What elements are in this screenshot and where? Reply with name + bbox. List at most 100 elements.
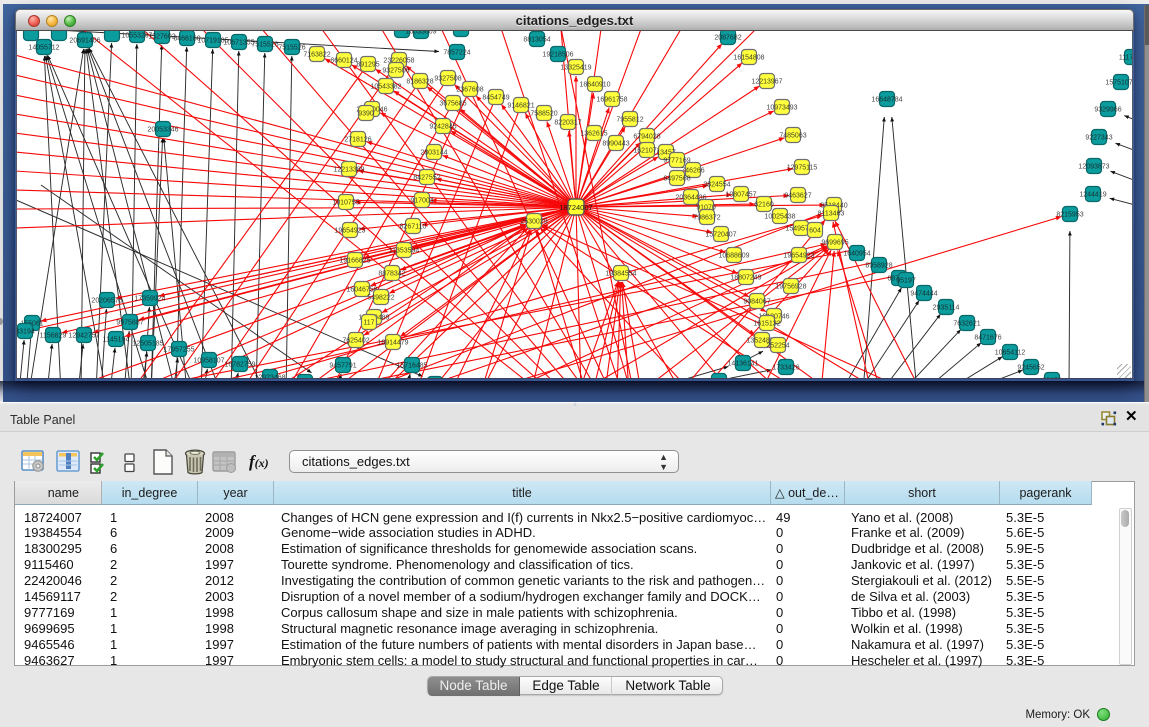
svg-text:12505185: 12505185 [132, 341, 163, 348]
svg-text:95197: 95197 [896, 278, 916, 285]
svg-text:2935114: 2935114 [933, 305, 960, 312]
svg-text:12975115: 12975115 [787, 165, 818, 172]
svg-text:62160: 62160 [754, 202, 774, 209]
svg-text:12213967: 12213967 [751, 79, 782, 86]
svg-text:14136141: 14136141 [727, 361, 758, 368]
svg-text:2718126: 2718126 [344, 137, 371, 144]
svg-text:7515526: 7515526 [251, 42, 278, 49]
svg-text:1244419: 1244419 [1079, 192, 1106, 199]
svg-text:18807249: 18807249 [730, 275, 761, 282]
svg-text:20691406: 20691406 [69, 38, 100, 45]
svg-text:19384554: 19384554 [605, 271, 636, 278]
svg-text:917004: 917004 [410, 198, 433, 205]
svg-text:19654923: 19654923 [334, 228, 365, 235]
svg-text:1156829: 1156829 [40, 333, 67, 340]
svg-text:9327508: 9327508 [434, 76, 461, 83]
svg-text:1733426: 1733426 [772, 365, 799, 372]
svg-text:15751074: 15751074 [1105, 80, 1133, 87]
svg-text:9463627: 9463627 [784, 193, 811, 200]
svg-text:8220317: 8220317 [554, 120, 581, 127]
svg-text:9390: 9390 [358, 111, 374, 118]
svg-text:10688609: 10688609 [718, 253, 749, 260]
svg-text:8215953: 8215953 [1056, 212, 1083, 219]
svg-text:1145194: 1145194 [103, 337, 130, 344]
svg-text:19756928: 19756928 [775, 284, 806, 291]
svg-text:10025438: 10025438 [764, 214, 795, 221]
svg-text:7588520: 7588520 [530, 111, 557, 118]
svg-text:8878342: 8878342 [378, 271, 405, 278]
svg-text:5498222: 5498222 [367, 295, 394, 302]
svg-text:12923468: 12923468 [254, 375, 285, 380]
svg-text:9146821: 9146821 [507, 103, 534, 110]
svg-text:18640910: 18640910 [579, 82, 610, 89]
svg-text:10654112: 10654112 [995, 350, 1026, 357]
svg-text:10807457: 10807457 [725, 192, 756, 199]
svg-text:891295: 891295 [356, 62, 379, 69]
svg-text:8990443: 8990443 [602, 141, 629, 148]
svg-text:8454749: 8454749 [482, 95, 509, 102]
svg-text:2530029: 2530029 [520, 219, 547, 226]
svg-text:12942757: 12942757 [68, 333, 99, 340]
svg-text:9327506: 9327506 [382, 68, 409, 75]
svg-text:7625402: 7625402 [342, 338, 369, 345]
svg-text:1615132: 1615132 [753, 321, 780, 328]
svg-text:7632621: 7632621 [953, 321, 980, 328]
svg-text:8471676: 8471676 [974, 335, 1001, 342]
svg-text:9084067: 9084067 [743, 299, 770, 306]
svg-text:9227343: 9227343 [1085, 135, 1112, 142]
svg-text:10671355: 10671355 [223, 40, 254, 47]
svg-text:2367608: 2367608 [456, 87, 483, 94]
svg-text:9699695: 9699695 [821, 240, 848, 247]
svg-text:92450: 92450 [1042, 378, 1062, 380]
svg-text:8186328: 8186328 [406, 79, 433, 86]
svg-text:10958107: 10958107 [193, 358, 224, 365]
svg-text:19218506: 19218506 [542, 52, 573, 59]
svg-text:3824554: 3824554 [703, 182, 730, 189]
svg-text:14055712: 14055712 [28, 45, 59, 52]
svg-text:8660124: 8660124 [330, 58, 357, 65]
svg-text:16914479: 16914479 [377, 340, 408, 347]
svg-text:8267110: 8267110 [400, 224, 427, 231]
svg-text:15720407: 15720407 [705, 232, 736, 239]
svg-text:16154808: 16154808 [733, 55, 764, 62]
svg-text:16648784: 16648784 [871, 97, 902, 104]
svg-text:1527602: 1527602 [148, 34, 175, 41]
svg-text:17359924: 17359924 [134, 296, 165, 303]
svg-text:12213389: 12213389 [333, 167, 364, 174]
svg-text:1640954: 1640954 [843, 251, 870, 258]
svg-text:20053346: 20053346 [147, 127, 178, 134]
svg-text:9242845: 9242845 [429, 124, 456, 131]
svg-text:13325419: 13325419 [560, 65, 591, 72]
svg-text:7955812: 7955812 [616, 117, 643, 124]
svg-text:3675685: 3675685 [439, 101, 466, 108]
svg-text:16033809: 16033809 [405, 31, 436, 36]
svg-text:117: 117 [363, 320, 374, 327]
svg-text:12093873: 12093873 [1078, 164, 1109, 171]
svg-text:17957255: 17957255 [163, 347, 194, 354]
svg-text:7163822: 7163822 [303, 52, 330, 59]
svg-text:20206576: 20206576 [91, 298, 122, 305]
svg-text:10543382: 10543382 [370, 84, 401, 91]
svg-text:1010755: 1010755 [332, 200, 359, 207]
svg-text:9975887: 9975887 [116, 320, 143, 327]
svg-text:18724007: 18724007 [559, 203, 592, 212]
svg-text:604: 604 [809, 228, 821, 235]
svg-text:16961758: 16961758 [596, 97, 627, 104]
svg-text:9245652: 9245652 [1017, 365, 1044, 372]
svg-text:7485063: 7485063 [779, 133, 806, 140]
svg-text:2087682: 2087682 [714, 35, 741, 42]
svg-text:8113463: 8113463 [818, 211, 845, 218]
svg-text:15716485: 15716485 [396, 363, 427, 370]
svg-text:8427552: 8427552 [413, 175, 440, 182]
svg-text:7857224: 7857224 [443, 50, 470, 57]
svg-text:8813054: 8813054 [523, 37, 550, 44]
svg-text:9457791: 9457791 [329, 363, 356, 370]
svg-text:16782759: 16782759 [224, 362, 255, 369]
svg-text:19166825: 19166825 [339, 258, 370, 265]
svg-text:2803144: 2803144 [420, 150, 447, 157]
svg-text:7986372: 7986372 [693, 215, 720, 222]
svg-text:8958928: 8958928 [865, 263, 892, 270]
svg-text:10973493: 10973493 [766, 105, 797, 112]
svg-text:252254: 252254 [766, 343, 789, 350]
svg-text:1117504: 1117504 [1119, 55, 1133, 62]
